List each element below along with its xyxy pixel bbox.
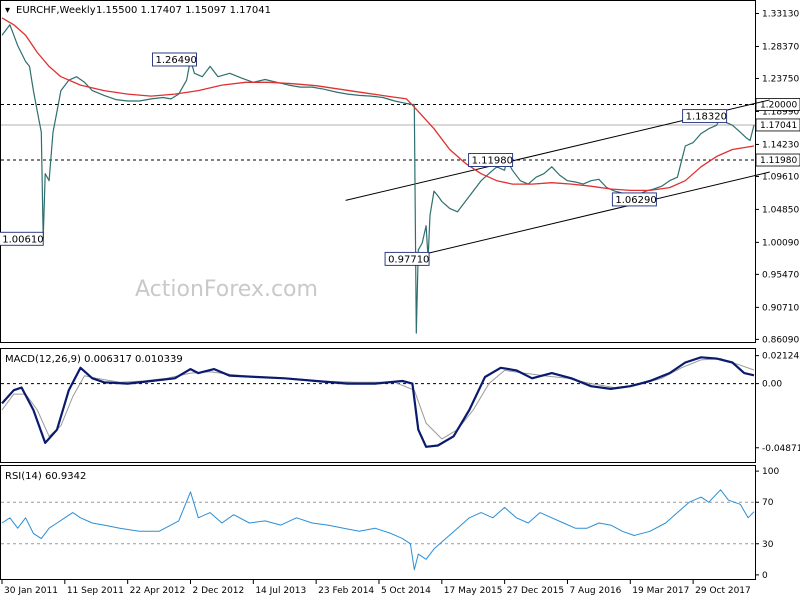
macd-signal-line <box>1 358 755 440</box>
macd-panel: 0.021242 0.00 -0.048716 <box>1 352 800 454</box>
rsi-y-tick-label: 30 <box>762 540 774 550</box>
rsi-label: RSI(14) 60.9342 <box>5 471 86 482</box>
symbol-title: EURCHF,Weekly <box>16 5 96 16</box>
price-y-tick-label: 0.86090 <box>762 335 799 345</box>
watermark: ActionForex.com <box>135 277 318 302</box>
price-y-tick-label: 1.04850 <box>762 205 799 215</box>
x-tick-label: 19 Mar 2017 <box>632 586 689 596</box>
macd-panel-frame <box>0 348 756 463</box>
macd-main-line <box>1 356 755 448</box>
macd-y-tick-label: 0.00 <box>762 380 782 390</box>
x-tick-label: 17 May 2015 <box>444 586 503 596</box>
x-axis: 30 Jan 2011 11 Sep 2011 22 Apr 2012 2 Dec 2… <box>1 580 751 596</box>
price-y-tick-label: 0.90710 <box>762 303 799 313</box>
price-y-tick-label: 1.28370 <box>762 42 799 52</box>
annotation-label: 1.18320 <box>686 112 727 123</box>
moving-average-line <box>1 17 755 192</box>
x-tick-label: 7 Aug 2016 <box>569 586 621 596</box>
x-tick-label: 22 Apr 2012 <box>130 586 186 596</box>
x-tick-label: 27 Dec 2015 <box>507 586 565 596</box>
price-y-tick-label: 0.95470 <box>762 270 799 280</box>
annotation-label: 1.00610 <box>2 234 43 245</box>
price-panel-frame <box>0 0 756 343</box>
price-y-tick-label: 1.09610 <box>762 172 799 182</box>
x-tick-label: 2 Dec 2012 <box>192 586 244 596</box>
rsi-y-tick-label: 100 <box>762 467 779 477</box>
annotation-label: 1.06290 <box>615 195 656 206</box>
rsi-panel: 100 70 30 0 <box>1 467 779 581</box>
x-tick-label: 14 Jul 2013 <box>255 586 306 596</box>
price-y-tick-label: 1.33130 <box>762 9 799 19</box>
macd-y-tick-label: 0.021242 <box>762 352 800 362</box>
price-series-line <box>1 24 755 334</box>
price-y-tick-label: 1.00090 <box>762 238 799 248</box>
x-tick-label: 23 Feb 2014 <box>318 586 374 596</box>
price-level-label: 1.20000 <box>760 100 797 110</box>
annotation-label: 0.97710 <box>388 254 429 265</box>
macd-label: MACD(12,26,9) 0.006317 0.010339 <box>5 354 183 365</box>
rsi-y-tick-label: 0 <box>762 571 768 581</box>
annotation-label: 1.26490 <box>155 55 196 66</box>
rsi-panel-frame <box>0 465 756 580</box>
price-level-label: 1.11980 <box>760 156 797 166</box>
eurchf-weekly-chart: 1.331301.283701.237501.189901.142301.096… <box>0 0 800 596</box>
x-tick-label: 11 Sep 2011 <box>67 586 124 596</box>
rsi-line <box>1 489 755 571</box>
price-y-tick-label: 1.23750 <box>762 74 799 84</box>
x-tick-label: 30 Jan 2011 <box>4 586 58 596</box>
x-tick-label: 29 Oct 2017 <box>695 586 751 596</box>
price-panel: 1.331301.283701.237501.189901.142301.096… <box>0 9 800 345</box>
price-y-tick-label: 1.14230 <box>762 140 799 150</box>
channel-line <box>414 171 770 258</box>
annotation-label: 1.11980 <box>472 156 513 167</box>
x-tick-label: 5 Oct 2014 <box>381 586 431 596</box>
rsi-y-tick-label: 70 <box>762 498 774 508</box>
price-level-label: 1.17041 <box>760 121 797 131</box>
macd-y-tick-label: -0.048716 <box>762 444 800 454</box>
ohlc-readout: 1.15500 1.17407 1.15097 1.17041 <box>96 5 271 16</box>
chart-menu-icon[interactable]: ▾ <box>5 5 10 16</box>
